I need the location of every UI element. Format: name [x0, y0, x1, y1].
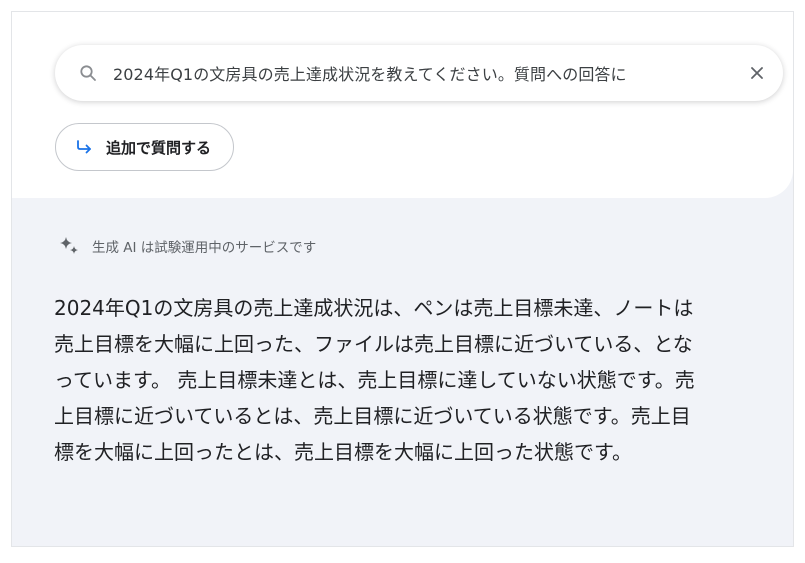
- follow-up-label: 追加で質問する: [106, 138, 212, 157]
- follow-up-button[interactable]: 追加で質問する: [55, 123, 235, 171]
- reply-arrow-icon: [74, 137, 94, 157]
- sparkle-icon: [58, 235, 80, 257]
- search-icon: [77, 62, 99, 84]
- search-area: 2024年Q1の文房具の売上達成状況を教えてください。質問への回答に 追加で質問…: [12, 12, 793, 198]
- search-input[interactable]: 2024年Q1の文房具の売上達成状況を教えてください。質問への回答に: [113, 61, 737, 85]
- disclaimer-text: 生成 AI は試験運用中のサービスです: [92, 240, 317, 256]
- ai-answer-panel: 2024年Q1の文房具の売上達成状況を教えてください。質問への回答に 追加で質問…: [11, 11, 794, 547]
- answer-text: 2024年Q1の文房具の売上達成状況は、ペンは売上目標未達、ノートは売上目標を大…: [54, 296, 695, 464]
- ai-disclaimer: 生成 AI は試験運用中のサービスです: [58, 235, 316, 257]
- search-bar[interactable]: 2024年Q1の文房具の売上達成状況を教えてください。質問への回答に: [55, 45, 783, 101]
- close-icon[interactable]: [745, 61, 769, 85]
